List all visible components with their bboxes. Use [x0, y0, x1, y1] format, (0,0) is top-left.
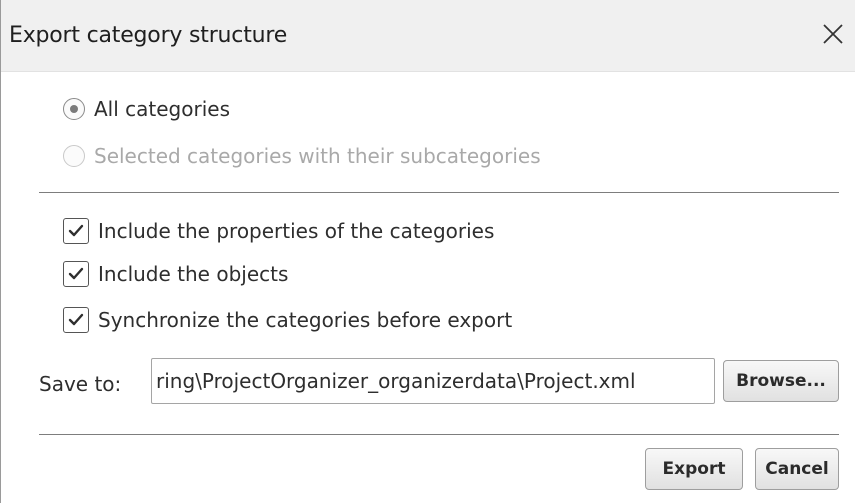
- save-to-label: Save to:: [39, 372, 122, 396]
- separator: [39, 434, 839, 435]
- radio-label: Selected categories with their subcatego…: [94, 144, 541, 168]
- export-button[interactable]: Export: [645, 448, 743, 490]
- checkbox-synchronize[interactable]: Synchronize the categories before export: [63, 305, 512, 335]
- save-path-input[interactable]: [151, 358, 715, 404]
- checkbox[interactable]: [63, 307, 89, 333]
- checkbox-label: Synchronize the categories before export: [98, 308, 513, 332]
- export-category-structure-dialog: Export category structure All categories…: [0, 0, 855, 503]
- radio-label: All categories: [94, 97, 230, 121]
- cancel-button[interactable]: Cancel: [755, 448, 839, 490]
- radio-all-categories[interactable]: All categories: [63, 94, 230, 124]
- close-icon[interactable]: [819, 20, 847, 48]
- dialog-title: Export category structure: [9, 23, 288, 48]
- check-icon: [68, 224, 84, 237]
- checkbox-label: Include the properties of the categories: [98, 219, 495, 243]
- title-bar: Export category structure: [1, 0, 855, 72]
- radio-selected-categories[interactable]: Selected categories with their subcatego…: [63, 141, 541, 171]
- checkbox[interactable]: [63, 261, 89, 287]
- check-icon: [68, 267, 84, 280]
- check-icon: [68, 313, 84, 326]
- checkbox[interactable]: [63, 218, 89, 244]
- separator: [39, 192, 839, 193]
- checkbox-include-objects[interactable]: Include the objects: [63, 259, 288, 289]
- checkbox-label: Include the objects: [98, 262, 289, 286]
- checkbox-include-properties[interactable]: Include the properties of the categories: [63, 216, 494, 246]
- radio-button-disabled[interactable]: [63, 145, 85, 167]
- radio-button-selected[interactable]: [63, 98, 85, 120]
- browse-button[interactable]: Browse...: [723, 360, 839, 402]
